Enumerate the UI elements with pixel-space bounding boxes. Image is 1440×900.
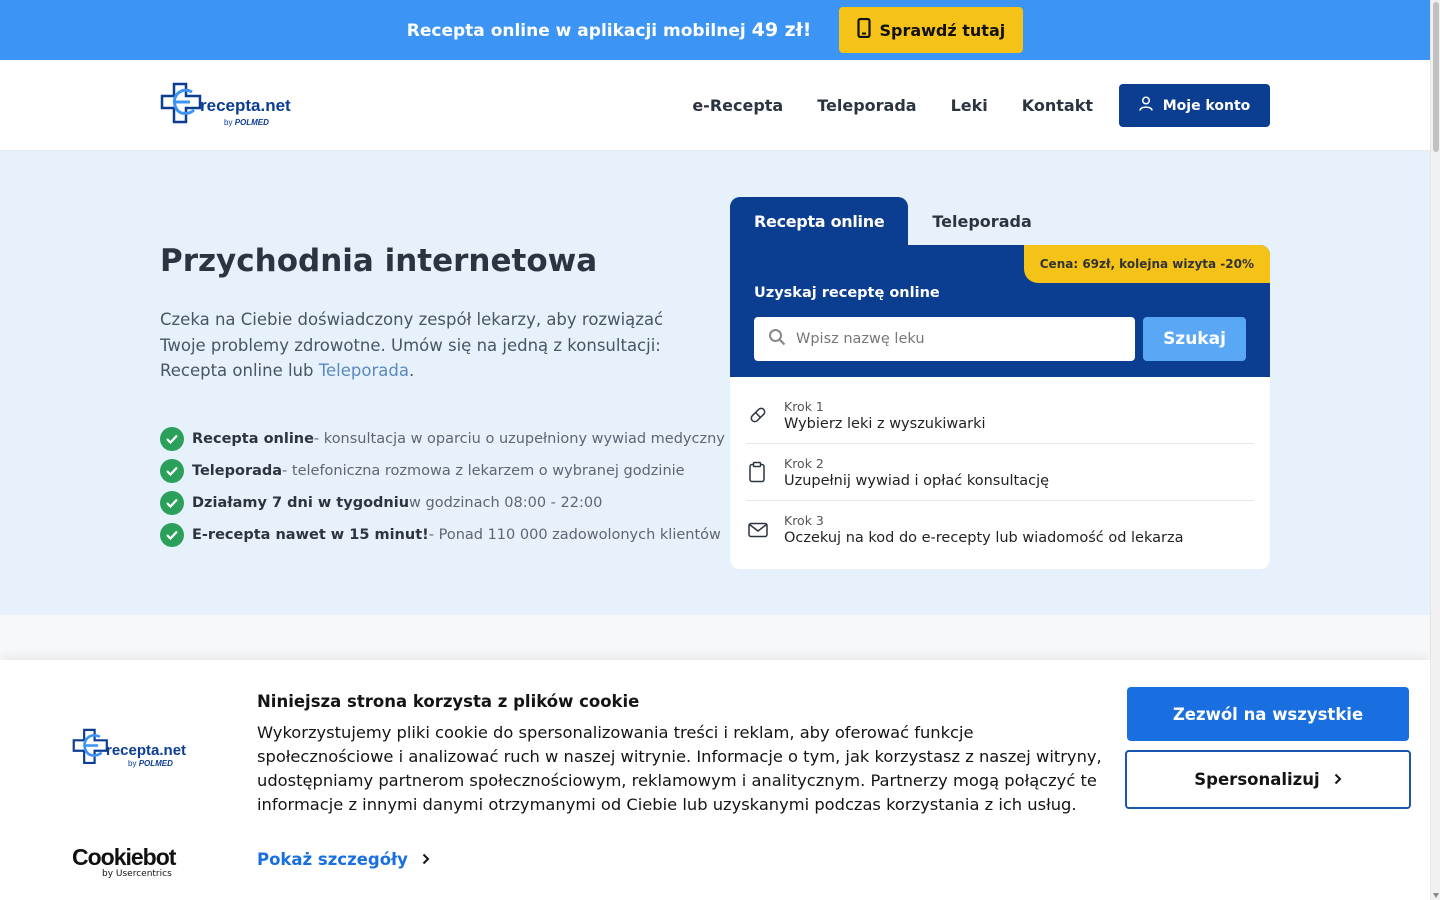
check-icon xyxy=(160,523,184,547)
scrollbar-thumb[interactable] xyxy=(1433,2,1439,152)
promo-bar: Recepta online w aplikacji mobilnej 49 z… xyxy=(0,0,1430,60)
show-details-label: Pokaż szczegóły xyxy=(257,850,408,869)
check-icon xyxy=(160,491,184,515)
check-app-label: Sprawdź tutaj xyxy=(879,20,1006,40)
hero-desc-end: . xyxy=(408,361,415,380)
card-label: Uzyskaj receptę online xyxy=(754,285,940,301)
feature-text: - telefoniczna rozmowa z lekarzem o wybr… xyxy=(282,463,685,479)
feature-bold: Teleporada xyxy=(192,463,283,479)
show-details-link[interactable]: Pokaż szczegóły xyxy=(257,850,430,869)
steps-list: Krok 1 Wybierz leki z wyszukiwarki Krok … xyxy=(730,377,1270,569)
scroll-down-arrow-icon[interactable] xyxy=(1433,893,1439,898)
step-text: Wybierz leki z wyszukiwarki xyxy=(784,415,986,432)
my-account-button[interactable]: Moje konto xyxy=(1119,84,1270,127)
promo-message: Recepta online w aplikacji mobilnej xyxy=(406,21,746,41)
my-account-label: Moje konto xyxy=(1162,97,1251,114)
step-number: Krok 1 xyxy=(784,398,824,414)
logo-by: by xyxy=(128,759,137,768)
list-item: Krok 1 Wybierz leki z wyszukiwarki xyxy=(746,387,1254,444)
check-icon xyxy=(160,427,184,451)
feature-text: - konsultacja w oparciu o uzupełniony wy… xyxy=(313,431,725,447)
logo-polmed: POLMED xyxy=(234,118,269,127)
step-text: Uzupełnij wywiad i opłać konsultację xyxy=(784,472,1050,489)
drug-search-input[interactable] xyxy=(796,331,1116,347)
logo-text: recepta.net xyxy=(106,742,187,759)
nav-item-e-recepta[interactable]: e-Recepta xyxy=(692,96,783,115)
step-number: Krok 3 xyxy=(784,513,824,528)
mail-icon xyxy=(746,522,784,538)
hero-section: Przychodnia internetowa Czeka na Ciebie … xyxy=(0,151,1430,615)
logo-sub: by POLMED xyxy=(224,118,269,127)
cookie-banner: recepta.net by POLMED Cookiebot by Userc… xyxy=(0,660,1430,900)
clipboard-icon xyxy=(746,461,784,483)
site-header: recepta.net by POLMED e-Recepta Telepora… xyxy=(0,60,1430,151)
nav-item-leki[interactable]: Leki xyxy=(951,96,988,115)
user-icon xyxy=(1138,96,1153,115)
feature-item: Teleporada - telefoniczna rozmowa z leka… xyxy=(160,455,725,487)
customize-button[interactable]: Spersonalizuj xyxy=(1125,750,1411,809)
nav-item-kontakt[interactable]: Kontakt xyxy=(1022,96,1093,115)
feature-item: Recepta online - konsultacja w oparciu o… xyxy=(160,423,725,455)
pill-icon xyxy=(746,405,784,425)
page-title: Przychodnia internetowa xyxy=(160,243,598,279)
cookie-site-logo: recepta.net by POLMED xyxy=(72,728,186,770)
search-icon xyxy=(768,328,786,350)
feature-item: Działamy 7 dni w tygodniu w godzinach 08… xyxy=(160,487,725,519)
card-search-area: Cena: 69zł, kolejna wizyta -20% Uzyskaj … xyxy=(730,245,1270,377)
check-app-button[interactable]: Sprawdź tutaj xyxy=(839,7,1024,53)
chevron-right-icon xyxy=(1334,770,1342,789)
check-icon xyxy=(160,459,184,483)
price-badge: Cena: 69zł, kolejna wizyta -20% xyxy=(1023,245,1270,283)
phone-icon xyxy=(857,17,872,42)
allow-all-button[interactable]: Zezwól na wszystkie xyxy=(1127,687,1409,741)
teleporada-link[interactable]: Teleporada xyxy=(319,361,409,380)
search-field[interactable] xyxy=(754,317,1135,361)
step-text: Oczekuj na kod do e-recepty lub wiadomoś… xyxy=(784,530,1184,546)
nav-item-teleporada[interactable]: Teleporada xyxy=(817,96,916,115)
feature-bold: E-recepta nawet w 15 minut! xyxy=(192,527,429,543)
list-item: Krok 2 Uzupełnij wywiad i opłać konsulta… xyxy=(746,444,1254,501)
feature-list: Recepta online - konsultacja w oparciu o… xyxy=(160,423,725,551)
main-nav: e-Recepta Teleporada Leki Kontakt Moje k… xyxy=(692,84,1270,127)
list-item: Krok 3 Oczekuj na kod do e-recepty lub w… xyxy=(746,501,1254,558)
site-logo[interactable]: recepta.net by POLMED xyxy=(160,82,291,130)
feature-bold: Działamy 7 dni w tygodniu xyxy=(192,495,410,511)
tab-recepta-online[interactable]: Recepta online xyxy=(730,197,909,245)
cookie-text: Wykorzystujemy pliki cookie do spersonal… xyxy=(257,723,1102,814)
prescription-card: Recepta online Teleporada Cena: 69zł, ko… xyxy=(730,197,1270,569)
step-number: Krok 2 xyxy=(784,455,824,471)
chevron-right-icon xyxy=(422,850,430,869)
logo-by: by xyxy=(224,118,233,127)
feature-text: w godzinach 08:00 - 22:00 xyxy=(409,495,603,511)
customize-label: Spersonalizuj xyxy=(1194,770,1320,789)
logo-text: recepta.net xyxy=(200,96,291,115)
logo-polmed: POLMED xyxy=(138,759,173,768)
page-scrollbar[interactable] xyxy=(1430,0,1440,900)
card-tabs: Recepta online Teleporada xyxy=(730,197,1270,245)
cookiebot-logo[interactable]: Cookiebot by Usercentrics xyxy=(72,844,176,879)
cookiebot-name: Cookiebot xyxy=(72,844,176,870)
feature-item: E-recepta nawet w 15 minut! - Ponad 110 … xyxy=(160,519,725,551)
hero-description: Czeka na Ciebie doświadczony zespół leka… xyxy=(160,307,700,384)
feature-text: - Ponad 110 000 zadowolonych klientów xyxy=(428,527,721,543)
logo-sub: by POLMED xyxy=(128,759,173,768)
tab-teleporada[interactable]: Teleporada xyxy=(908,197,1055,245)
feature-bold: Recepta online xyxy=(192,431,314,447)
search-button[interactable]: Szukaj xyxy=(1143,317,1246,361)
promo-price: 49 zł! xyxy=(751,19,812,41)
promo-text: Recepta online w aplikacji mobilnej 49 z… xyxy=(407,19,812,41)
cookie-title: Niniejsza strona korzysta z plików cooki… xyxy=(257,692,640,711)
